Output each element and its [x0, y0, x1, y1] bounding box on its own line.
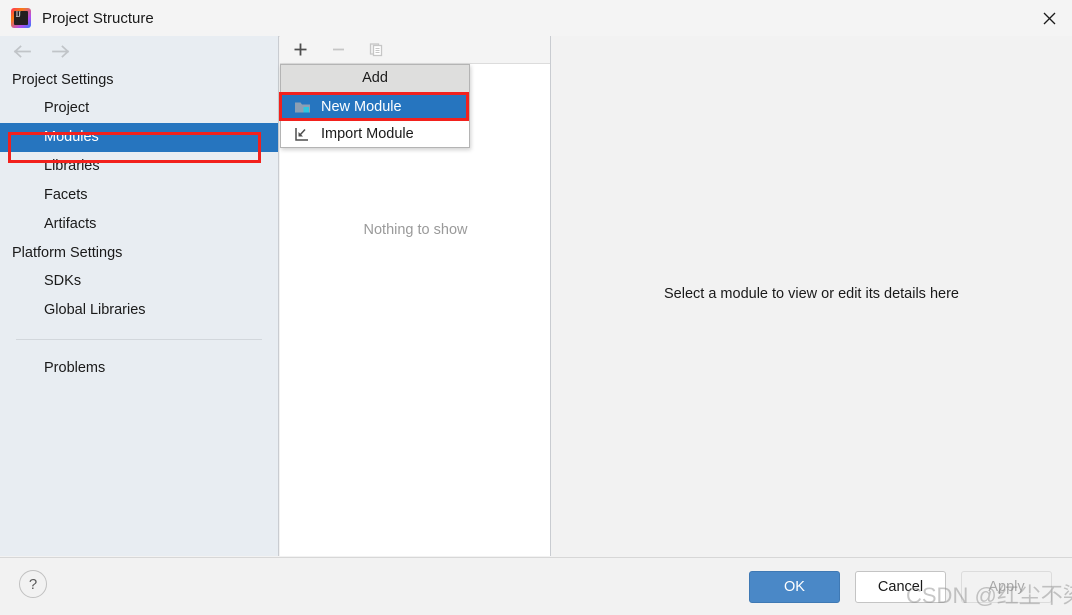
sidebar-group-project-settings: Project Settings — [12, 72, 114, 88]
copy-icon — [365, 39, 387, 61]
add-menu-title: Add — [281, 65, 469, 93]
detail-hint-text: Select a module to view or edit its deta… — [664, 286, 959, 302]
module-detail-panel: Select a module to view or edit its deta… — [551, 36, 1072, 556]
empty-state-text: Nothing to show — [363, 222, 468, 238]
sidebar-item-libraries[interactable]: Libraries — [0, 152, 278, 181]
sidebar-item-facets[interactable]: Facets — [0, 181, 278, 210]
help-button[interactable]: ? — [19, 570, 47, 598]
sidebar-item-modules[interactable]: Modules — [0, 123, 278, 152]
import-module-icon — [293, 125, 312, 142]
apply-button: Apply — [961, 571, 1052, 603]
modules-toolbar — [280, 36, 550, 64]
sidebar-group-platform-settings: Platform Settings — [12, 245, 123, 261]
add-dropdown-menu: Add New Module Import Module — [280, 64, 470, 148]
sidebar-item-global-libraries[interactable]: Global Libraries — [0, 296, 278, 325]
menu-item-import-module[interactable]: Import Module — [281, 120, 469, 147]
sidebar-item-problems[interactable]: Problems — [0, 354, 278, 383]
logo-text: IJ — [15, 10, 21, 19]
menu-item-label: New Module — [321, 98, 402, 115]
window-title: Project Structure — [42, 9, 154, 27]
ok-button[interactable]: OK — [749, 571, 840, 603]
arrow-right-icon[interactable] — [48, 40, 72, 62]
intellij-logo-icon: IJ — [11, 8, 31, 28]
menu-item-label: Import Module — [321, 125, 414, 142]
settings-sidebar: Project Settings Project Modules Librari… — [0, 36, 279, 556]
cancel-button[interactable]: Cancel — [855, 571, 946, 603]
navigation-arrows — [0, 36, 278, 66]
arrow-left-icon[interactable] — [10, 40, 34, 62]
title-bar: IJ Project Structure — [0, 0, 1072, 37]
plus-icon[interactable] — [289, 39, 311, 61]
project-structure-dialog: IJ Project Structure Project Settings Pr… — [0, 0, 1072, 615]
menu-item-new-module[interactable]: New Module — [281, 93, 469, 120]
sidebar-item-project[interactable]: Project — [0, 94, 278, 123]
close-icon[interactable] — [1026, 0, 1072, 36]
sidebar-item-sdks[interactable]: SDKs — [0, 267, 278, 296]
new-module-folder-icon — [293, 98, 312, 115]
minus-icon — [327, 39, 349, 61]
sidebar-item-artifacts[interactable]: Artifacts — [0, 210, 278, 239]
sidebar-divider — [16, 339, 262, 340]
